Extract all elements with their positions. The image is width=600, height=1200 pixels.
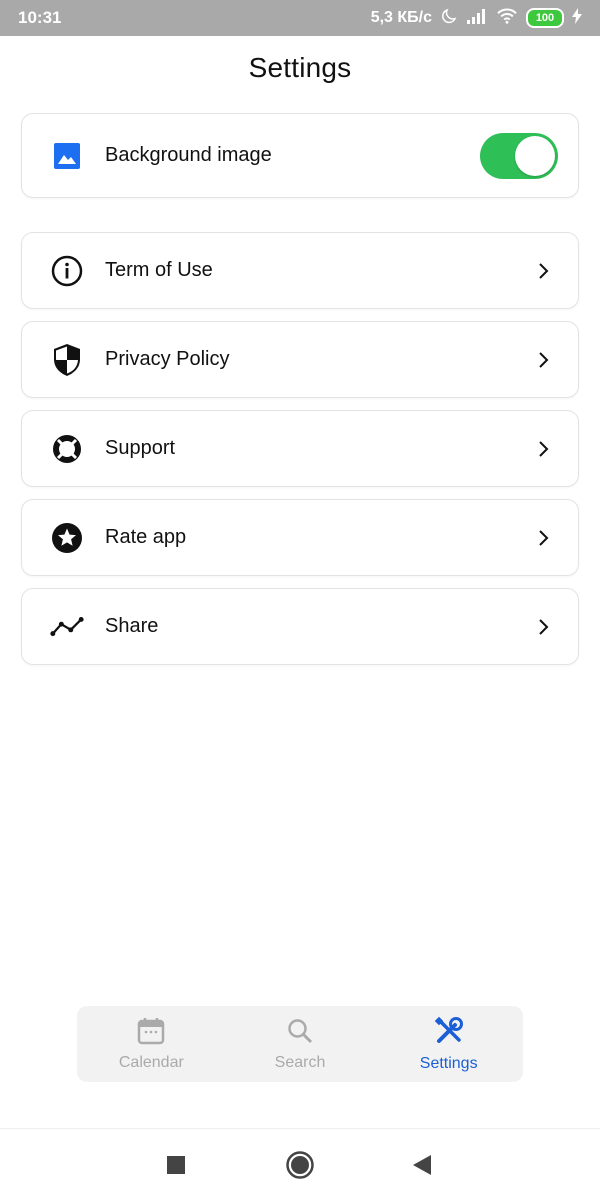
background-image-label: Background image bbox=[105, 144, 272, 166]
chevron-right-icon bbox=[539, 351, 549, 368]
status-time: 10:31 bbox=[18, 8, 62, 27]
back-button[interactable] bbox=[412, 1154, 432, 1181]
status-indicators: 5,3 КБ/с 100 bbox=[371, 7, 582, 30]
navigation-bar bbox=[0, 1128, 600, 1200]
network-speed: 5,3 КБ/с bbox=[370, 9, 432, 26]
tab-label: Calendar bbox=[118, 1053, 184, 1071]
tab-settings[interactable]: Settings bbox=[374, 1006, 523, 1082]
share-graph-icon bbox=[50, 610, 84, 644]
background-image-setting[interactable]: Background image bbox=[21, 113, 579, 198]
tab-search[interactable]: Search bbox=[226, 1006, 375, 1082]
settings-item-label: Rate app bbox=[105, 526, 187, 548]
wifi-icon bbox=[496, 7, 518, 30]
settings-item-label: Share bbox=[105, 615, 159, 637]
settings-item-share[interactable]: Share bbox=[21, 588, 579, 665]
status-bar: 10:31 5,3 КБ/с 100 bbox=[0, 0, 600, 36]
info-icon bbox=[50, 254, 84, 288]
moon-icon bbox=[440, 7, 458, 30]
tab-calendar[interactable]: Calendar bbox=[77, 1006, 226, 1082]
search-icon bbox=[286, 1017, 314, 1050]
settings-item-label: Privacy Policy bbox=[105, 348, 230, 370]
settings-item-rate-app[interactable]: Rate app bbox=[21, 499, 579, 576]
page-title: Settings bbox=[248, 52, 352, 83]
chevron-right-icon bbox=[539, 529, 549, 546]
charging-icon bbox=[572, 7, 582, 29]
lifebuoy-icon bbox=[50, 432, 84, 466]
tab-label: Settings bbox=[419, 1054, 478, 1072]
chevron-right-icon bbox=[539, 262, 549, 279]
toggle-knob bbox=[515, 135, 555, 176]
chevron-right-icon bbox=[539, 618, 549, 635]
chevron-right-icon bbox=[539, 440, 549, 457]
image-icon bbox=[50, 139, 84, 173]
settings-item-label: Term of Use bbox=[105, 259, 213, 281]
recents-button[interactable] bbox=[166, 1155, 186, 1180]
tools-icon bbox=[434, 1016, 464, 1051]
battery-indicator: 100 bbox=[526, 8, 564, 28]
tab-label: Search bbox=[274, 1053, 326, 1071]
settings-item-privacy-policy[interactable]: Privacy Policy bbox=[21, 321, 579, 398]
settings-item-label: Support bbox=[105, 437, 176, 459]
calendar-icon bbox=[137, 1017, 165, 1050]
background-image-toggle[interactable] bbox=[480, 132, 558, 179]
settings-item-term-of-use[interactable]: Term of Use bbox=[21, 232, 579, 309]
home-button[interactable] bbox=[285, 1150, 315, 1185]
settings-item-support[interactable]: Support bbox=[21, 410, 579, 487]
settings-screen: 10:31 5,3 КБ/с 100 Settings Background i… bbox=[0, 0, 600, 1200]
signal-icon bbox=[466, 8, 488, 29]
star-icon bbox=[50, 521, 84, 555]
shield-icon bbox=[50, 343, 84, 377]
bottom-tab-bar: Calendar Search Settings bbox=[77, 1006, 523, 1082]
